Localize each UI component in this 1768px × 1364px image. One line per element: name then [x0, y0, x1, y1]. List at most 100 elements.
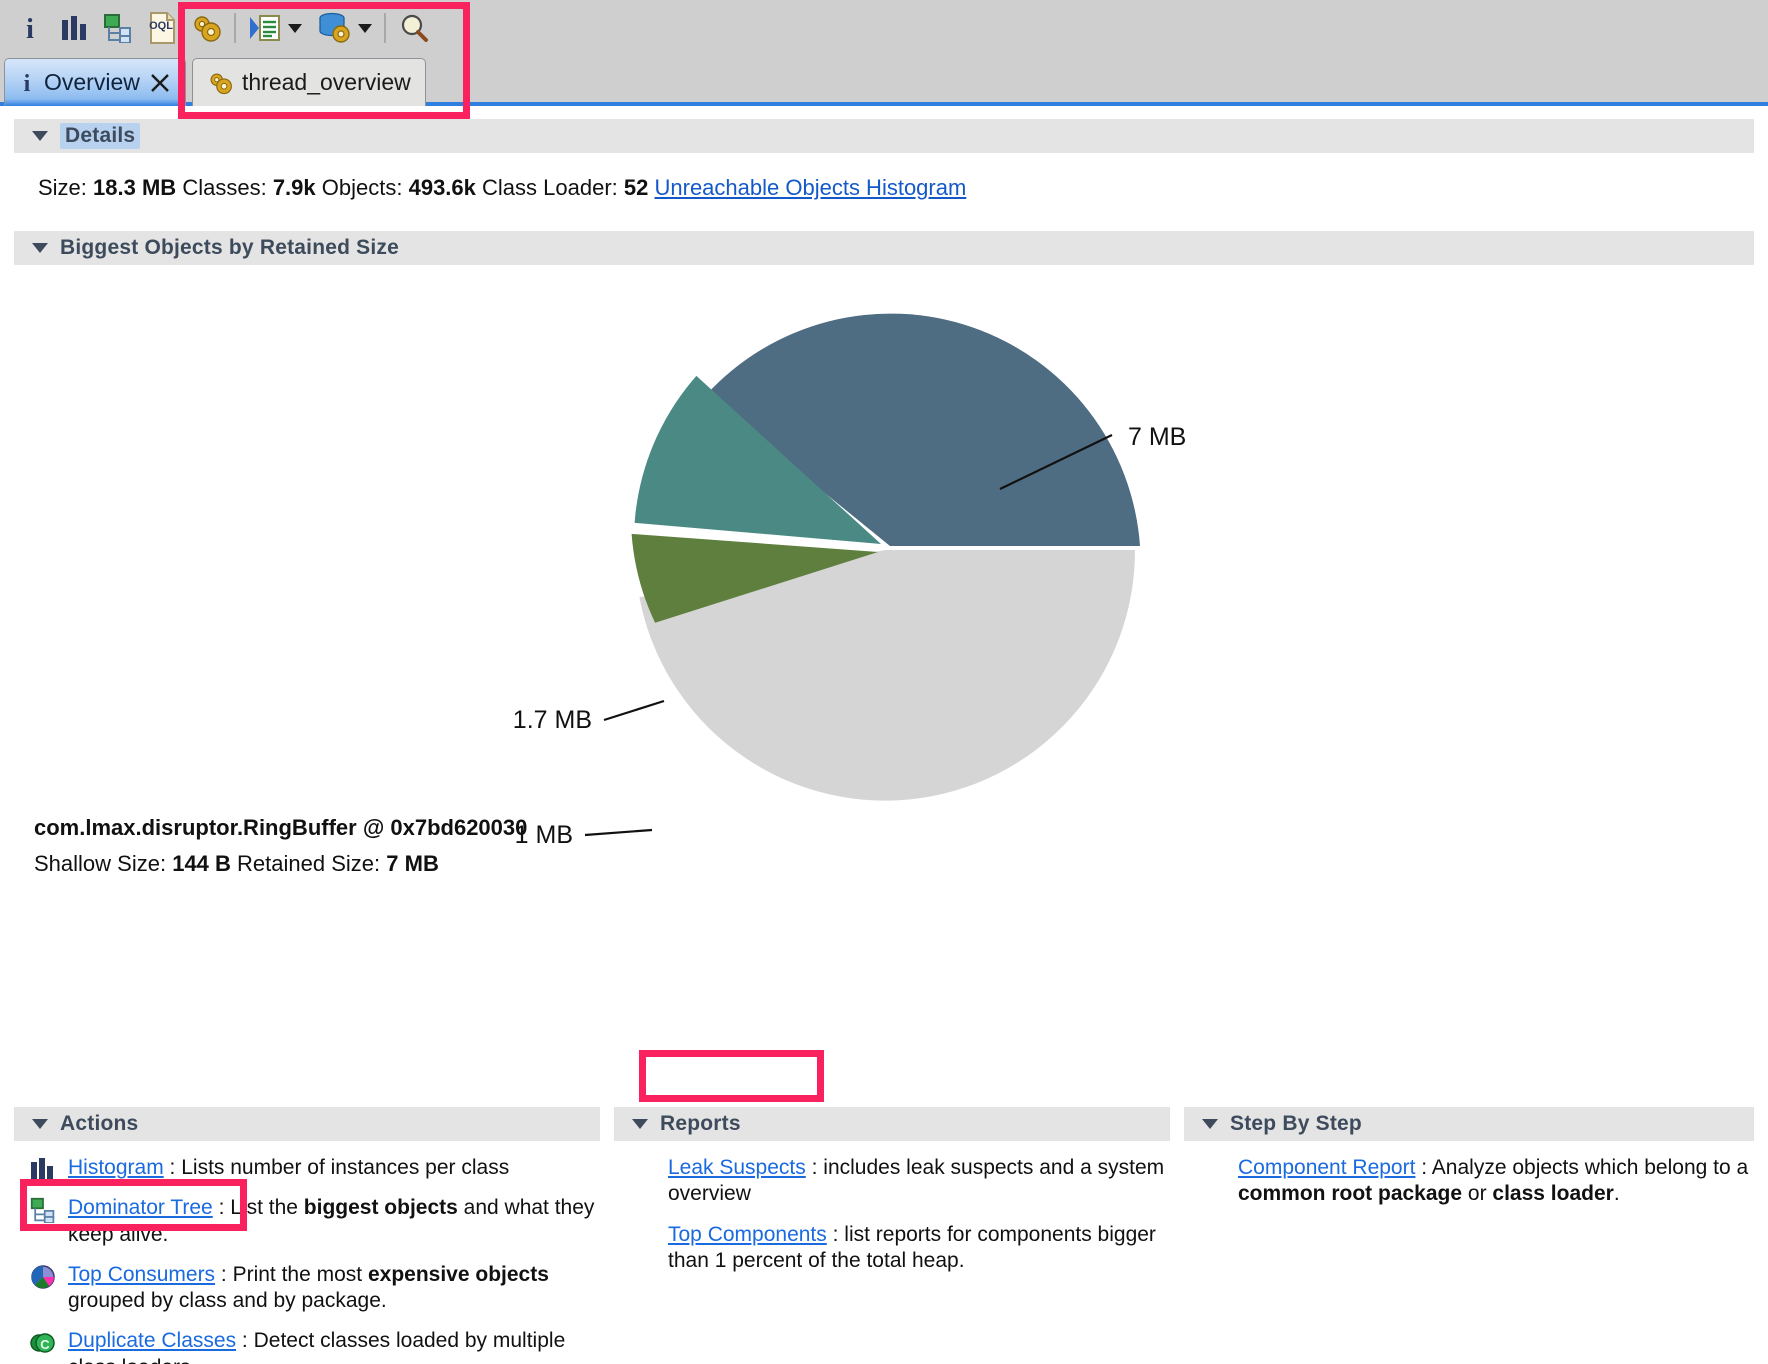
toolbar-separator-2 — [384, 13, 386, 43]
tab-thread-overview[interactable]: thread_overview — [192, 58, 426, 106]
objects-value: 493.6k — [409, 175, 476, 200]
component-report-desc-bold-2: class loader — [1492, 1182, 1613, 1205]
biggest-objects-collapse-twisty-icon[interactable] — [32, 243, 48, 253]
component-report-desc-2: or — [1462, 1182, 1492, 1205]
info-icon[interactable]: i — [8, 6, 52, 50]
svg-text:i: i — [26, 14, 34, 43]
action-text-duplicate-classes: Duplicate Classes : Detect classes loade… — [68, 1328, 600, 1364]
unreachable-objects-histogram-link[interactable]: Unreachable Objects Histogram — [655, 175, 967, 200]
gear-icon — [207, 70, 233, 96]
dominator-desc-bold: biggest objects — [304, 1196, 458, 1219]
dominator-tree-link[interactable]: Dominator Tree — [68, 1196, 213, 1219]
bottom-panels: Actions Histogram : Lists number of inst… — [0, 1107, 1768, 1364]
step-by-step-collapse-twisty-icon[interactable] — [1202, 1119, 1218, 1129]
top-consumers-desc-2: grouped by class and by package. — [68, 1289, 387, 1312]
report-text-leak-suspects: Leak Suspects : includes leak suspects a… — [668, 1155, 1170, 1208]
reports-section-title: Reports — [660, 1112, 741, 1136]
close-icon[interactable] — [149, 72, 171, 94]
top-consumers-desc-bold: expensive objects — [368, 1263, 549, 1286]
top-components-link[interactable]: Top Components — [668, 1223, 827, 1246]
sep: : — [806, 1156, 824, 1179]
report-text-top-components: Top Components : list reports for compon… — [668, 1222, 1170, 1275]
biggest-objects-section-header[interactable]: Biggest Objects by Retained Size — [14, 231, 1754, 265]
toolbar-separator-1 — [234, 13, 236, 43]
tab-overview[interactable]: i Overview — [4, 58, 186, 106]
retained-size-pie-chart[interactable]: 7 MB 1.7 MB 1 MB 8.6 MB Total: 18.3 MB — [0, 265, 1768, 885]
size-label: Size: — [38, 175, 87, 200]
step-by-step-section-header[interactable]: Step By Step — [1184, 1107, 1754, 1141]
dominator-tree-icon — [30, 1195, 64, 1221]
action-item-histogram: Histogram : Lists number of instances pe… — [14, 1155, 600, 1181]
pie-chart-svg: 7 MB 1.7 MB 1 MB 8.6 MB Total: 18.3 MB — [0, 265, 1768, 885]
component-report-desc-1: Analyze objects which belong to a — [1432, 1156, 1748, 1179]
actions-section-header[interactable]: Actions — [14, 1107, 600, 1141]
pie-label-1-7mb: 1.7 MB — [513, 706, 592, 734]
classloader-value: 52 — [624, 175, 648, 200]
thread-overview-gear-icon[interactable] — [184, 6, 228, 50]
reports-panel: Reports Leak Suspects : includes leak su… — [614, 1107, 1170, 1364]
action-item-dominator-tree: Dominator Tree : List the biggest object… — [14, 1195, 600, 1248]
classloader-label: Class Loader: — [482, 175, 618, 200]
histogram-desc: Lists number of instances per class — [181, 1156, 509, 1179]
query-browser-icon[interactable] — [312, 6, 356, 50]
mat-overview-window: i OQL — [0, 0, 1768, 1364]
sep: : — [164, 1156, 182, 1179]
pie-label-7mb: 7 MB — [1128, 423, 1186, 451]
classes-label: Classes: — [182, 175, 266, 200]
details-section-header[interactable]: Details — [14, 119, 1754, 153]
objects-label: Objects: — [322, 175, 403, 200]
info-icon: i — [19, 71, 35, 95]
toolbar: i OQL — [0, 0, 1768, 56]
overview-content: Details Size: 18.3 MB Classes: 7.9k Obje… — [0, 106, 1768, 1364]
editor-tab-bar: i Overview thread_overview — [0, 56, 1768, 106]
sep: : — [213, 1196, 231, 1219]
reports-collapse-twisty-icon[interactable] — [632, 1119, 648, 1129]
step-by-step-section-title: Step By Step — [1230, 1112, 1362, 1136]
dominator-tree-icon[interactable] — [96, 6, 140, 50]
sep: : — [1415, 1156, 1431, 1179]
duplicate-classes-icon: C — [30, 1328, 64, 1354]
pie-label-1mb: 1 MB — [515, 821, 573, 849]
leak-suspects-link[interactable]: Leak Suspects — [668, 1156, 806, 1179]
tab-label-overview: Overview — [44, 69, 140, 96]
component-report-desc-3: . — [1614, 1182, 1620, 1205]
sep: : — [827, 1223, 845, 1246]
top-consumers-icon — [30, 1262, 64, 1288]
sep: : — [215, 1263, 233, 1286]
details-collapse-twisty-icon[interactable] — [32, 131, 48, 141]
classes-value: 7.9k — [273, 175, 316, 200]
actions-collapse-twisty-icon[interactable] — [32, 1119, 48, 1129]
biggest-objects-section-title: Biggest Objects by Retained Size — [60, 236, 399, 260]
action-text-top-consumers: Top Consumers : Print the most expensive… — [68, 1262, 600, 1315]
svg-text:C: C — [40, 1337, 50, 1352]
action-item-duplicate-classes: C Duplicate Classes : Detect classes loa… — [14, 1328, 600, 1364]
action-item-top-consumers: Top Consumers : Print the most expensive… — [14, 1262, 600, 1315]
duplicate-classes-link[interactable]: Duplicate Classes — [68, 1329, 236, 1352]
report-item-top-components: Top Components : list reports for compon… — [614, 1222, 1170, 1275]
dominator-desc-1: List the — [230, 1196, 304, 1219]
top-consumers-desc-1: Print the most — [233, 1263, 368, 1286]
run-expert-system-test-icon[interactable] — [242, 6, 286, 50]
histogram-icon[interactable] — [52, 6, 96, 50]
search-icon[interactable] — [392, 6, 436, 50]
sep: : — [236, 1329, 254, 1352]
component-report-link[interactable]: Component Report — [1238, 1156, 1415, 1179]
size-value: 18.3 MB — [93, 175, 176, 200]
action-text-histogram: Histogram : Lists number of instances pe… — [68, 1155, 600, 1181]
reports-section-header[interactable]: Reports — [614, 1107, 1170, 1141]
report-item-leak-suspects: Leak Suspects : includes leak suspects a… — [614, 1155, 1170, 1208]
svg-text:OQL: OQL — [149, 20, 173, 32]
top-consumers-link[interactable]: Top Consumers — [68, 1263, 215, 1286]
tab-label-thread-overview: thread_overview — [242, 69, 411, 96]
histogram-icon — [30, 1155, 64, 1181]
step-item-component-report: Component Report : Analyze objects which… — [1184, 1155, 1754, 1208]
actions-section-title: Actions — [60, 1112, 138, 1136]
oql-icon[interactable]: OQL — [140, 6, 184, 50]
run-expert-system-test-chevron-down-icon[interactable] — [288, 24, 302, 33]
svg-text:i: i — [24, 71, 31, 95]
histogram-link[interactable]: Histogram — [68, 1156, 164, 1179]
details-section-title: Details — [60, 123, 140, 149]
action-text-dominator-tree: Dominator Tree : List the biggest object… — [68, 1195, 600, 1248]
query-browser-chevron-down-icon[interactable] — [358, 24, 372, 33]
component-report-desc-bold-1: common root package — [1238, 1182, 1462, 1205]
